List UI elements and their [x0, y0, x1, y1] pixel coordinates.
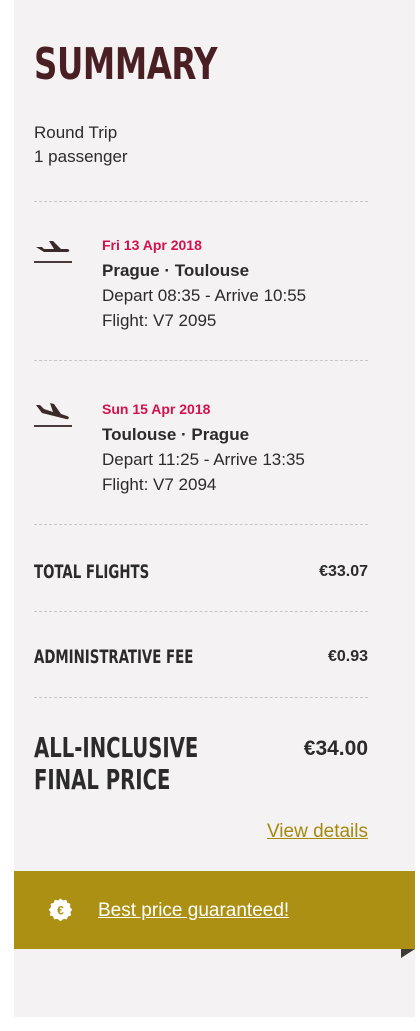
plane-landing-icon: [34, 403, 72, 427]
best-price-guaranteed-link[interactable]: Best price guaranteed!: [98, 899, 289, 923]
flight-times: Depart 11:25 - Arrive 13:35: [102, 450, 305, 469]
page-title: SUMMARY: [34, 39, 218, 90]
divider: [34, 611, 368, 612]
flight-date: Fri 13 Apr 2018: [102, 237, 202, 253]
final-price-value: €34.00: [303, 737, 368, 760]
total-flights-row: TOTAL FLIGHTS €33.07: [34, 559, 368, 587]
flight-number: Flight: V7 2094: [102, 475, 217, 494]
divider: [34, 360, 368, 361]
total-flights-label: TOTAL FLIGHTS: [34, 561, 150, 583]
flight-route: Toulouse · Prague: [102, 425, 250, 444]
final-price-label: ALL-INCLUSIVE FINAL PRICE: [34, 732, 237, 796]
admin-fee-row: ADMINISTRATIVE FEE €0.93: [34, 644, 368, 672]
plane-takeoff-icon: [34, 241, 72, 263]
trip-type: Round Trip: [34, 123, 118, 142]
euro-symbol: €: [57, 904, 64, 918]
final-price-label-line2: FINAL PRICE: [34, 763, 171, 796]
passenger-count: 1 passenger: [34, 147, 128, 166]
return-flight: Sun 15 Apr 2018 Toulouse · Prague Depart…: [34, 398, 368, 508]
total-flights-value: €33.07: [319, 563, 368, 580]
euro-badge-icon: €: [48, 898, 73, 922]
view-details-link[interactable]: View details: [267, 820, 368, 844]
flight-route: Prague · Toulouse: [102, 261, 250, 280]
divider: [34, 524, 368, 525]
flight-date: Sun 15 Apr 2018: [102, 401, 211, 417]
final-price-label-line1: ALL-INCLUSIVE: [34, 731, 199, 764]
divider: [34, 201, 368, 202]
flight-times: Depart 08:35 - Arrive 10:55: [102, 286, 307, 305]
admin-fee-label: ADMINISTRATIVE FEE: [34, 646, 194, 668]
flight-number: Flight: V7 2095: [102, 311, 217, 330]
outbound-flight: Fri 13 Apr 2018 Prague · Toulouse Depart…: [34, 234, 368, 344]
divider: [34, 697, 368, 698]
admin-fee-value: €0.93: [327, 648, 368, 665]
banner-fold: [401, 949, 415, 958]
